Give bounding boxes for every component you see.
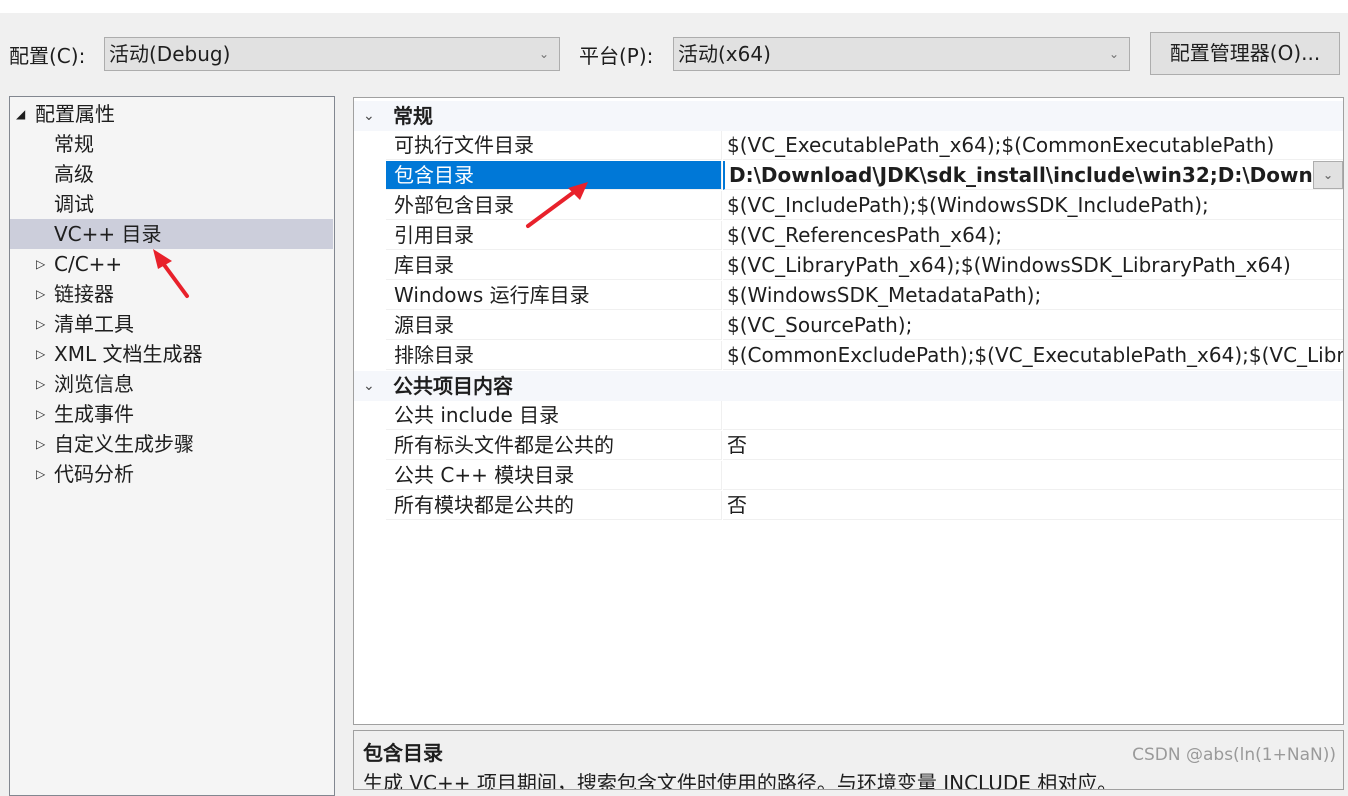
annotation-arrow-grid xyxy=(526,182,588,228)
annotation-arrows xyxy=(153,182,588,298)
annotation-arrow-tree xyxy=(153,249,189,298)
